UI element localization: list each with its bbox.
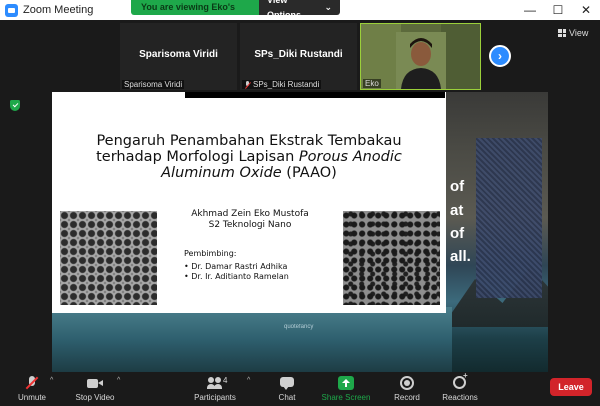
slide-author: Akhmad Zein Eko Mustofa bbox=[191, 209, 309, 219]
view-button[interactable]: View bbox=[558, 28, 588, 38]
view-options-button[interactable]: View Options ⌄ bbox=[259, 0, 340, 15]
gallery-grid-icon bbox=[558, 29, 566, 37]
presentation-slide: Pengaruh Penambahan Ekstrak Tembakau ter… bbox=[52, 92, 446, 313]
participants-button[interactable]: Participants bbox=[190, 372, 240, 406]
view-label: View bbox=[569, 28, 589, 38]
slide-title-text: (PAAO) bbox=[281, 165, 337, 181]
participant-corner-name: Sparisoma Viridi bbox=[122, 80, 185, 89]
close-button[interactable]: ✕ bbox=[572, 0, 600, 20]
next-page-button[interactable]: › bbox=[489, 45, 511, 67]
screen-share-banner: You are viewing Eko's screen View Option… bbox=[131, 0, 340, 15]
background-lake bbox=[52, 307, 452, 372]
leave-button[interactable]: Leave bbox=[550, 378, 592, 396]
meeting-toolbar: Unmute ^ Stop Video ^ Participants 4 ^ C… bbox=[0, 371, 600, 406]
maximize-button[interactable]: ☐ bbox=[544, 0, 572, 20]
security-shield-icon[interactable] bbox=[10, 100, 20, 111]
participant-corner-name: Eko bbox=[363, 79, 381, 88]
background-quote-text: of bbox=[450, 225, 465, 242]
window-controls: — ☐ ✕ bbox=[516, 0, 600, 20]
video-strip: Sparisoma Viridi Sparisoma Viridi SPs_Di… bbox=[0, 20, 600, 92]
chevron-down-icon: ⌄ bbox=[324, 2, 332, 12]
shared-screen: of at of all. quotefancy Pengaruh Penamb… bbox=[52, 92, 548, 372]
slide-title: Pengaruh Penambahan Ekstrak Tembakau ter… bbox=[52, 133, 446, 181]
background-quote-text: of bbox=[450, 178, 465, 195]
participant-name-label: Eko bbox=[365, 79, 379, 88]
zoom-app-icon bbox=[5, 3, 18, 17]
participants-count: 4 bbox=[223, 376, 228, 385]
window-title: Zoom Meeting bbox=[23, 4, 94, 16]
reactions-label: Reactions bbox=[442, 393, 478, 402]
video-options-caret[interactable]: ^ bbox=[117, 377, 120, 384]
chat-icon bbox=[279, 376, 295, 390]
slide-title-text: terhadap Morfologi Lapisan bbox=[96, 149, 295, 165]
chat-button[interactable]: Chat bbox=[272, 372, 302, 406]
record-label: Record bbox=[394, 393, 420, 402]
view-options-label: View Options bbox=[267, 0, 301, 15]
slide-title-italic: Aluminum Oxide bbox=[161, 165, 282, 181]
unmute-button[interactable]: Unmute bbox=[10, 372, 54, 406]
participant-tile-sparisoma[interactable]: Sparisoma Viridi Sparisoma Viridi bbox=[120, 23, 237, 90]
reactions-button[interactable]: Reactions bbox=[440, 371, 480, 406]
audio-options-caret[interactable]: ^ bbox=[50, 377, 53, 384]
chat-label: Chat bbox=[278, 393, 296, 402]
participants-options-caret[interactable]: ^ bbox=[247, 377, 250, 384]
stop-video-label: Stop Video bbox=[75, 393, 115, 402]
video-camera-icon bbox=[87, 376, 103, 390]
viewing-label: You are viewing Eko's screen bbox=[131, 0, 259, 15]
sem-image-left bbox=[60, 211, 157, 305]
slide-title-line-1: Pengaruh Penambahan Ekstrak Tembakau bbox=[96, 133, 402, 149]
slide-program: S2 Teknologi Nano bbox=[208, 220, 292, 230]
mic-muted-icon bbox=[244, 80, 251, 89]
unmute-label: Unmute bbox=[17, 393, 46, 402]
participant-center-name: Sparisoma Viridi bbox=[139, 49, 218, 60]
participant-name-label: SPs_Diki Rustandi bbox=[253, 80, 320, 89]
participant-center-name: SPs_Diki Rustandi bbox=[254, 49, 343, 60]
reactions-icon bbox=[452, 371, 468, 390]
participant-name-label: Sparisoma Viridi bbox=[124, 80, 183, 89]
record-button[interactable]: Record bbox=[390, 372, 424, 406]
participants-icon bbox=[207, 376, 223, 390]
slide-author-block: Akhmad Zein Eko Mustofa S2 Teknologi Nan… bbox=[170, 209, 330, 231]
stop-video-button[interactable]: Stop Video bbox=[70, 372, 120, 406]
supervisor-list: Dr. Damar Rastri Adhika Dr. Ir. Aditiant… bbox=[184, 262, 289, 282]
slide-supervisor-heading: Pembimbing: bbox=[184, 249, 237, 258]
slide-supervisors: Pembimbing: Dr. Damar Rastri Adhika Dr. … bbox=[184, 249, 289, 282]
background-quote-text: all. bbox=[450, 248, 471, 265]
background-watermark: quotefancy bbox=[284, 324, 314, 330]
supervisor-item: Dr. Damar Rastri Adhika bbox=[184, 262, 289, 272]
slide-title-line-2: terhadap Morfologi Lapisan Porous Anodic bbox=[52, 149, 446, 165]
share-screen-label: Share Screen bbox=[321, 393, 371, 402]
background-hatch-panel bbox=[476, 138, 542, 298]
participants-label: Participants bbox=[194, 393, 236, 402]
participant-tile-eko[interactable]: Eko bbox=[360, 23, 481, 90]
sem-image-right bbox=[343, 211, 440, 305]
supervisor-item: Dr. Ir. Aditianto Ramelan bbox=[184, 272, 289, 282]
background-quote-text: at bbox=[450, 202, 464, 219]
participant-corner-name: SPs_Diki Rustandi bbox=[242, 80, 322, 89]
slide-top-bar bbox=[185, 92, 445, 98]
share-screen-icon bbox=[338, 376, 354, 390]
participant-tile-diki[interactable]: SPs_Diki Rustandi SPs_Diki Rustandi bbox=[240, 23, 357, 90]
slide-title-italic: Porous Anodic bbox=[298, 149, 402, 165]
minimize-button[interactable]: — bbox=[516, 0, 544, 20]
record-icon bbox=[399, 376, 415, 390]
share-screen-button[interactable]: Share Screen bbox=[320, 372, 372, 406]
mic-muted-icon bbox=[24, 376, 40, 390]
slide-title-line-3: Aluminum Oxide (PAAO) bbox=[52, 165, 446, 181]
